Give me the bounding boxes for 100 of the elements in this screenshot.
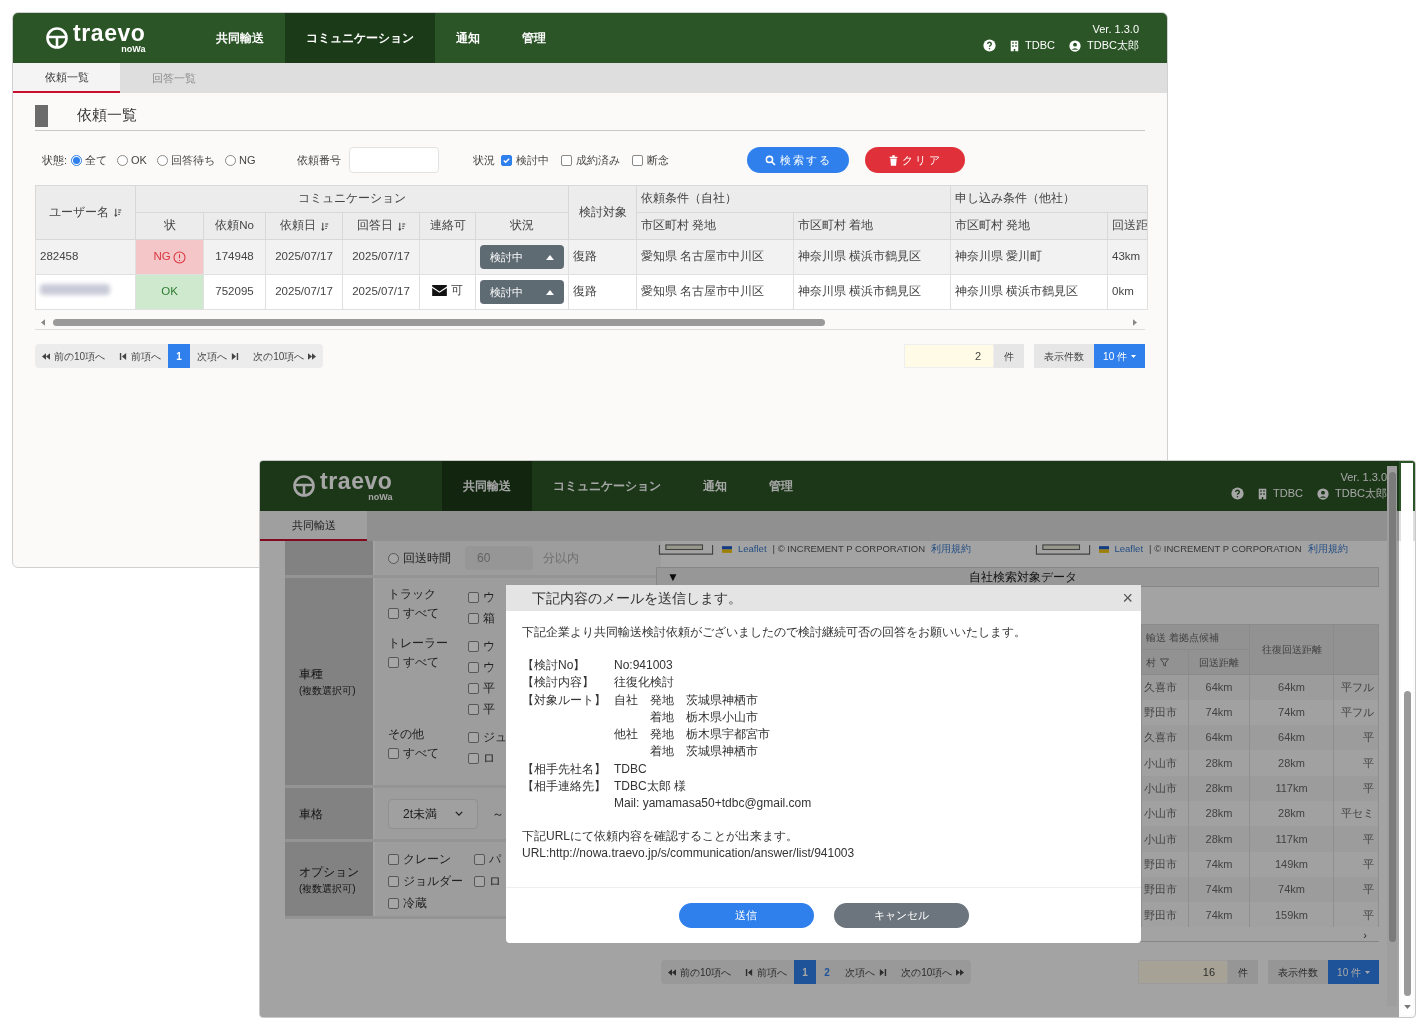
unit-label: 件	[1228, 960, 1259, 985]
next-ten-button[interactable]: 次の10項へ	[894, 960, 972, 985]
column-header[interactable]: 依頼日	[265, 212, 343, 240]
user-icon	[1069, 39, 1082, 52]
radio-button[interactable]	[71, 154, 83, 166]
nav-tab[interactable]: 共同輸送	[195, 13, 285, 63]
attribution-text: | © INCREMENT P CORPORATION	[772, 541, 926, 556]
next-ten-button[interactable]: 次の10項へ	[246, 344, 324, 368]
checkbox[interactable]	[501, 154, 513, 166]
send-button[interactable]: 送信	[678, 903, 814, 928]
number-input[interactable]	[349, 147, 440, 173]
radio-button[interactable]	[117, 154, 129, 166]
filter-label: 依頼番号	[297, 152, 342, 168]
warning-icon	[172, 250, 186, 264]
page-number[interactable]: 1	[794, 960, 817, 985]
caret-icon	[1131, 354, 1136, 358]
nav-tab[interactable]: 共同輸送	[442, 461, 532, 511]
route-place: 栃木県宇都宮市	[686, 726, 770, 744]
checkbox[interactable]	[468, 703, 479, 715]
checkbox[interactable]	[632, 154, 644, 166]
checkbox[interactable]	[468, 731, 479, 743]
table-cell: 2025/07/17	[265, 274, 343, 310]
status-text: NG	[153, 249, 171, 265]
previous-page-button[interactable]: 前項へ	[112, 344, 169, 368]
sort-icon	[396, 221, 406, 231]
checkbox-label: ジュ	[483, 729, 507, 746]
checkbox[interactable]	[388, 853, 399, 865]
field-label: 【検討No】	[522, 657, 587, 674]
tab[interactable]: 依頼一覧	[13, 63, 120, 93]
previous-page-icon	[119, 352, 128, 360]
checkbox[interactable]	[468, 752, 479, 764]
terms-link[interactable]: 利用規約	[1307, 541, 1348, 557]
table-cell: 平	[1333, 902, 1379, 928]
column-header: 状	[135, 212, 204, 240]
field-label: 【相手連絡先】	[522, 778, 607, 796]
first-page-button[interactable]: 前の10項へ	[35, 344, 113, 368]
clear-button[interactable]: クリア	[865, 147, 966, 173]
radio-label: 回答待ち	[170, 152, 215, 168]
form-label: 車種	[299, 666, 324, 683]
field-value: Mail: yamamasa50+tdbc@gmail.com	[614, 795, 812, 813]
search-button[interactable]: 検索する	[747, 147, 850, 173]
attribution-link[interactable]: Leaflet	[738, 541, 767, 557]
per-page-dropdown[interactable]: 10 件	[1328, 960, 1379, 985]
caret-icon	[546, 254, 554, 260]
checkbox[interactable]	[474, 875, 485, 887]
per-page-button[interactable]: 表示件数	[1268, 960, 1329, 985]
field-value: No:941003	[614, 657, 673, 674]
first-page-button[interactable]: 前の10項へ	[661, 960, 739, 985]
radio-button[interactable]	[388, 552, 399, 564]
nav-tab[interactable]: 通知	[435, 13, 501, 63]
size-select[interactable]: 2t未満	[388, 798, 478, 829]
status-dropdown[interactable]: 検討中	[480, 280, 564, 304]
checkbox[interactable]	[468, 612, 479, 624]
tab[interactable]: 共同輸送	[260, 511, 367, 541]
route-party: 自社	[614, 691, 639, 709]
per-page-button[interactable]: 表示件数	[1034, 344, 1095, 368]
terms-link[interactable]: 利用規約	[931, 541, 972, 557]
checkbox[interactable]	[388, 875, 399, 887]
toggle-icon[interactable]: ▼	[667, 568, 679, 586]
checkbox-label: すべて	[403, 605, 439, 622]
nav-tab[interactable]: コミュニケーション	[285, 13, 435, 63]
version-text: Ver. 1.3.0	[1340, 472, 1387, 483]
page-number[interactable]: 1	[168, 344, 191, 368]
column-header[interactable]: 回答日	[342, 212, 420, 240]
checkbox[interactable]	[388, 747, 399, 759]
next-page-button[interactable]: 次項へ	[838, 960, 895, 985]
field-label: 【検討内容】	[522, 674, 595, 692]
nav-tab[interactable]: 管理	[501, 13, 567, 63]
checkbox-label: ジョルダー	[403, 873, 463, 890]
close-button[interactable]: ×	[1122, 589, 1133, 607]
per-page-dropdown[interactable]: 10 件	[1094, 344, 1145, 368]
radio-button[interactable]	[224, 154, 236, 166]
checkbox-label: ウ	[483, 589, 495, 606]
checkbox[interactable]	[468, 661, 479, 673]
user-name: TDBC太郎	[1087, 40, 1139, 51]
checkbox[interactable]	[388, 656, 399, 668]
table-cell: 28km	[1188, 826, 1250, 852]
column-header[interactable]: ユーザー名	[35, 185, 136, 240]
checkbox[interactable]	[388, 897, 399, 909]
cancel-button[interactable]: キャンセル	[833, 903, 969, 928]
checkbox[interactable]	[388, 607, 399, 619]
column-header[interactable]: 村	[1141, 649, 1189, 675]
scroll-arrow[interactable]: ›	[1363, 927, 1367, 942]
attribution-link[interactable]: Leaflet	[1114, 541, 1144, 557]
first-page-icon	[42, 352, 50, 360]
status-dropdown[interactable]: 検討中	[480, 245, 564, 269]
checkbox-label: ロ	[489, 873, 501, 890]
checkbox[interactable]	[468, 640, 479, 652]
table-cell: 74km	[1188, 902, 1250, 928]
checkbox[interactable]	[561, 154, 573, 166]
search-icon	[764, 154, 776, 166]
checkbox-label: 検討中	[516, 152, 550, 168]
next-page-button[interactable]: 次項へ	[190, 344, 247, 368]
checkbox[interactable]	[468, 591, 479, 603]
next-ten-icon	[308, 352, 317, 360]
checkbox[interactable]	[468, 682, 479, 694]
route-point: 着地	[650, 743, 675, 761]
radio-button[interactable]	[156, 154, 168, 166]
checkbox[interactable]	[474, 853, 485, 865]
previous-page-button[interactable]: 前項へ	[738, 960, 795, 985]
